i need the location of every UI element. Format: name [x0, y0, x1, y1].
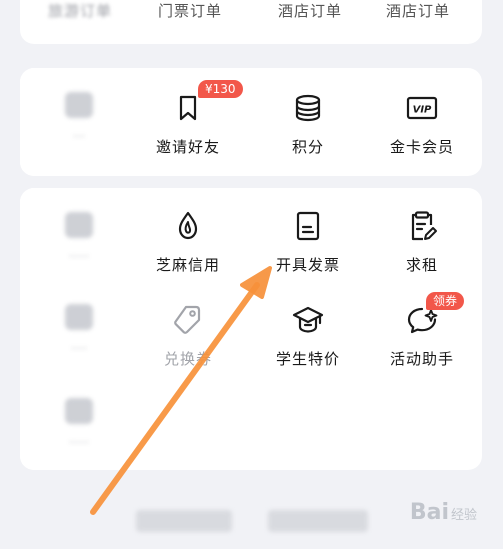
benefits-card: ··· 邀请好友 ¥130 积分 VIP 金卡会员: [20, 68, 482, 176]
points-item[interactable]: 积分: [248, 90, 368, 157]
top-item-label-2[interactable]: 门票订单: [130, 0, 250, 21]
gold-card-member-label: 金卡会员: [389, 138, 454, 156]
points-label: 积分: [291, 138, 324, 156]
student-discount-item[interactable]: 学生特价: [248, 302, 368, 369]
coupon-badge: 领券: [426, 292, 465, 310]
blurred-column: ···: [20, 68, 138, 176]
blurred-column: ····· ···· ·····: [20, 188, 138, 470]
sesame-credit-label: 芝麻信用: [155, 256, 220, 274]
blurred-item: ···: [20, 92, 138, 145]
blurred-bottom-link: [268, 510, 368, 532]
invite-friends-label: 邀请好友: [155, 138, 220, 156]
blurred-item: ·····: [20, 212, 138, 265]
reward-badge: ¥130: [198, 80, 243, 98]
clipboard-edit-icon: [404, 208, 440, 244]
activity-assistant-item[interactable]: 活动助手: [362, 302, 482, 369]
coupon-exchange-item[interactable]: 兑换券: [128, 302, 248, 369]
top-item-label-4: 酒店订单: [385, 2, 450, 20]
activity-assistant-label: 活动助手: [389, 350, 454, 368]
coupon-tag-icon: [170, 302, 206, 338]
coupon-exchange-label: 兑换券: [163, 350, 212, 368]
top-orders-card: 旅游订单 门票订单 酒店订单 酒店订单: [20, 0, 482, 44]
invoice-icon: [290, 208, 326, 244]
issue-invoice-item[interactable]: 开具发票: [248, 208, 368, 275]
student-discount-label: 学生特价: [275, 350, 340, 368]
top-item-label-3[interactable]: 酒店订单: [250, 0, 370, 21]
svg-text:VIP: VIP: [413, 105, 432, 116]
blurred-item: ····: [20, 304, 138, 357]
top-item-label-1[interactable]: 旅游订单: [20, 0, 140, 21]
invite-friends-item[interactable]: 邀请好友: [128, 90, 248, 157]
graduation-cap-icon: [290, 302, 326, 338]
rent-request-item[interactable]: 求租: [362, 208, 482, 275]
rent-request-label: 求租: [405, 256, 438, 274]
sesame-credit-item[interactable]: 芝麻信用: [128, 208, 248, 275]
baidu-watermark: Bai 经验: [409, 500, 477, 525]
coins-stack-icon: [290, 90, 326, 126]
issue-invoice-label: 开具发票: [275, 256, 340, 274]
blurred-item: ·····: [20, 398, 138, 451]
blurred-bottom-link: [136, 510, 232, 532]
services-card: ····· ···· ····· 芝麻信用 开具发票 求租 兑换券 学生特价 活…: [20, 188, 482, 470]
sesame-drop-icon: [170, 208, 206, 244]
vip-card-icon: VIP: [404, 90, 440, 126]
gold-card-member-item[interactable]: VIP 金卡会员: [362, 90, 482, 157]
